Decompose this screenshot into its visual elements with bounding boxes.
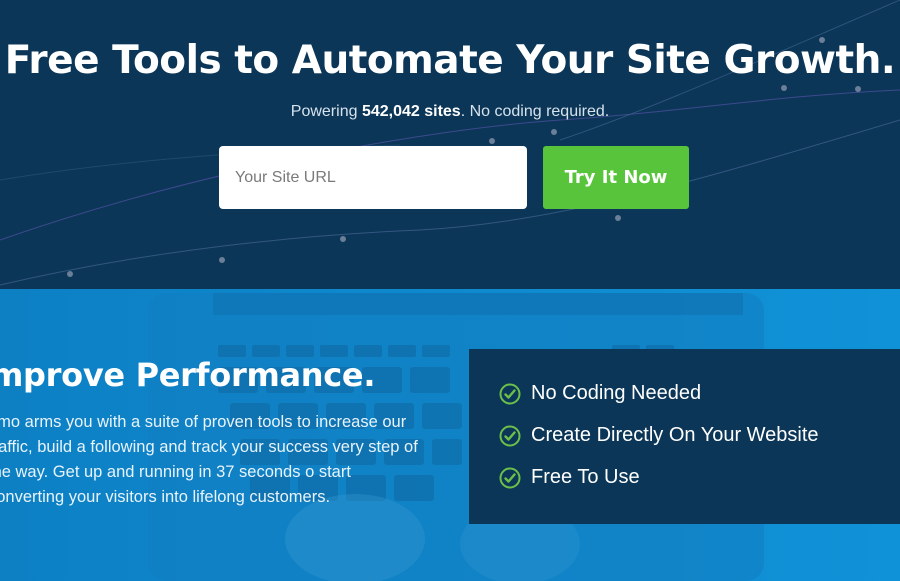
try-it-now-button[interactable]: Try It Now: [543, 146, 689, 209]
features-checklist: No Coding Needed Create Directly On Your…: [469, 349, 900, 524]
improve-performance-heading: mprove Performance.: [0, 356, 376, 394]
checklist-label: No Coding Needed: [531, 382, 702, 404]
site-count: 542,042 sites: [361, 103, 461, 120]
subtitle-suffix: . No coding required.: [460, 103, 610, 120]
hero-title: Free Tools to Automate Your Site Growth.: [4, 38, 896, 83]
check-circle-icon: [499, 467, 521, 488]
check-circle-icon: [499, 383, 521, 404]
hero-section: Free Tools to Automate Your Site Growth.…: [0, 0, 900, 289]
check-circle-icon: [499, 425, 521, 446]
subtitle-prefix: Powering: [290, 103, 362, 120]
checklist-item: Free To Use: [499, 466, 640, 489]
checklist-item: Create Directly On Your Website: [499, 424, 819, 447]
hero-subtitle: Powering 542,042 sites. No coding requir…: [0, 103, 900, 121]
checklist-item: No Coding Needed: [499, 382, 701, 405]
feature-description: umo arms you with a suite of proven tool…: [0, 413, 418, 506]
checklist-label: Free To Use: [531, 466, 640, 488]
site-url-input[interactable]: [219, 146, 527, 209]
checklist-label: Create Directly On Your Website: [531, 424, 819, 446]
